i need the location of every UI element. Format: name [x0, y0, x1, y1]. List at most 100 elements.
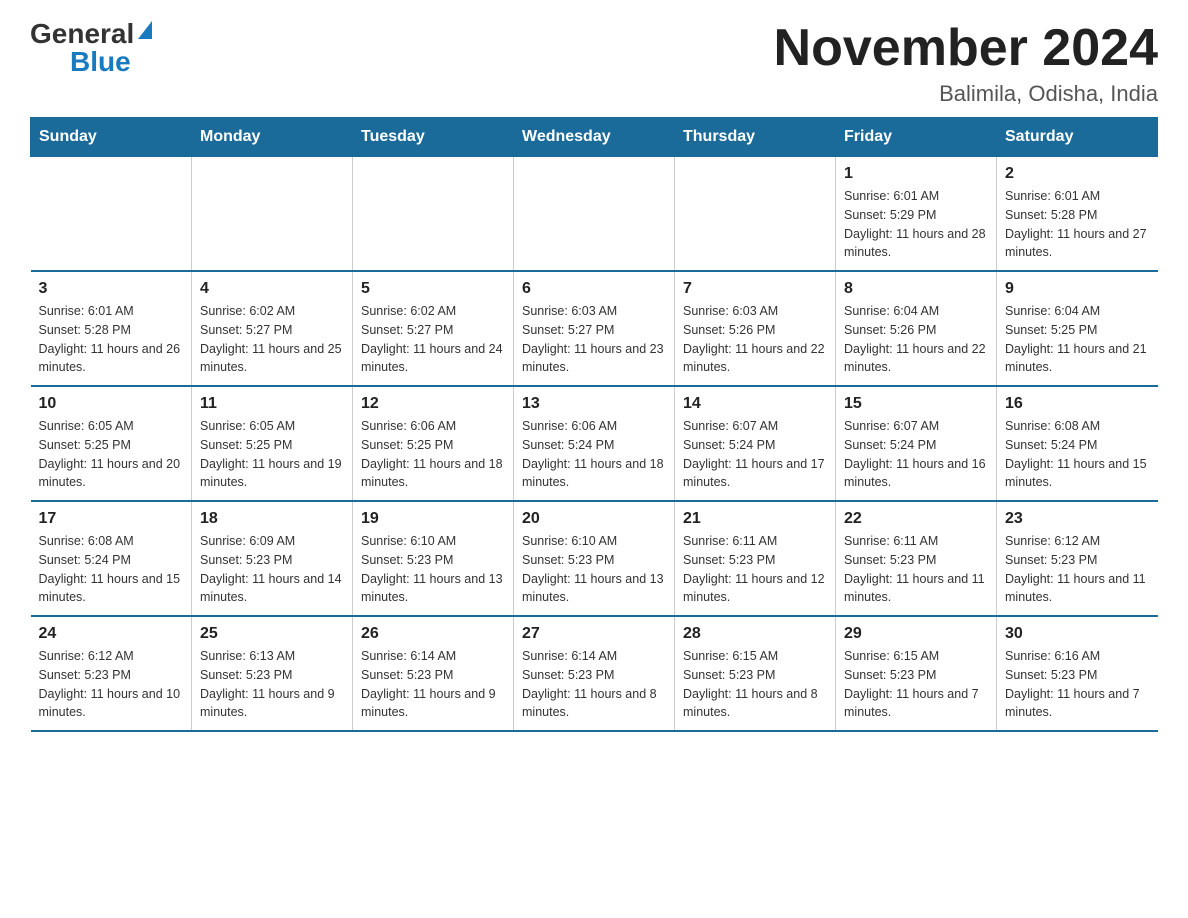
day-info: Sunrise: 6:04 AM Sunset: 5:26 PM Dayligh… [844, 302, 988, 377]
calendar-cell: 18 Sunrise: 6:09 AM Sunset: 5:23 PM Dayli… [192, 501, 353, 616]
day-info: Sunrise: 6:11 AM Sunset: 5:23 PM Dayligh… [844, 532, 988, 607]
day-number: 11 [200, 395, 344, 413]
calendar-cell: 8 Sunrise: 6:04 AM Sunset: 5:26 PM Daylig… [836, 271, 997, 386]
weekday-header-row: SundayMondayTuesdayWednesdayThursdayFrid… [31, 118, 1158, 157]
calendar-cell: 24 Sunrise: 6:12 AM Sunset: 5:23 PM Dayli… [31, 616, 192, 731]
calendar-cell: 15Sunrise: 6:07 AM Sunset: 5:24 PM Dayli… [836, 386, 997, 501]
day-info: Sunrise: 6:01 AM Sunset: 5:29 PM Dayligh… [844, 187, 988, 262]
day-number: 3 [39, 280, 184, 298]
day-info: Sunrise: 6:07 AM Sunset: 5:24 PM Dayligh… [844, 417, 988, 492]
day-number: 22 [844, 510, 988, 528]
day-info: Sunrise: 6:02 AM Sunset: 5:27 PM Dayligh… [200, 302, 344, 377]
weekday-header-thursday: Thursday [675, 118, 836, 157]
day-number: 7 [683, 280, 827, 298]
day-number: 19 [361, 510, 505, 528]
day-info: Sunrise: 6:06 AM Sunset: 5:24 PM Dayligh… [522, 417, 666, 492]
day-info: Sunrise: 6:04 AM Sunset: 5:25 PM Dayligh… [1005, 302, 1150, 377]
calendar-header: SundayMondayTuesdayWednesdayThursdayFrid… [31, 118, 1158, 157]
calendar-cell [31, 157, 192, 272]
calendar-cell: 2 Sunrise: 6:01 AM Sunset: 5:28 PM Daylig… [997, 157, 1158, 272]
day-info: Sunrise: 6:01 AM Sunset: 5:28 PM Dayligh… [1005, 187, 1150, 262]
day-number: 10 [39, 395, 184, 413]
day-number: 8 [844, 280, 988, 298]
calendar-cell [675, 157, 836, 272]
calendar-cell: 20 Sunrise: 6:10 AM Sunset: 5:23 PM Dayli… [514, 501, 675, 616]
day-info: Sunrise: 6:13 AM Sunset: 5:23 PM Dayligh… [200, 647, 344, 722]
calendar-cell: 7Sunrise: 6:03 AM Sunset: 5:26 PM Daylig… [675, 271, 836, 386]
day-info: Sunrise: 6:08 AM Sunset: 5:24 PM Dayligh… [1005, 417, 1150, 492]
calendar-week-row: 10 Sunrise: 6:05 AM Sunset: 5:25 PM Dayli… [31, 386, 1158, 501]
day-number: 29 [844, 625, 988, 643]
weekday-header-monday: Monday [192, 118, 353, 157]
day-info: Sunrise: 6:09 AM Sunset: 5:23 PM Dayligh… [200, 532, 344, 607]
calendar-body: 1 Sunrise: 6:01 AM Sunset: 5:29 PM Daylig… [31, 157, 1158, 732]
day-info: Sunrise: 6:02 AM Sunset: 5:27 PM Dayligh… [361, 302, 505, 377]
calendar-cell: 25 Sunrise: 6:13 AM Sunset: 5:23 PM Dayli… [192, 616, 353, 731]
calendar-cell: 12 Sunrise: 6:06 AM Sunset: 5:25 PM Dayli… [353, 386, 514, 501]
logo-arrow-icon [138, 21, 152, 39]
calendar-cell: 11 Sunrise: 6:05 AM Sunset: 5:25 PM Dayli… [192, 386, 353, 501]
day-number: 27 [522, 625, 666, 643]
day-info: Sunrise: 6:15 AM Sunset: 5:23 PM Dayligh… [844, 647, 988, 722]
day-info: Sunrise: 6:12 AM Sunset: 5:23 PM Dayligh… [1005, 532, 1150, 607]
calendar-cell: 1 Sunrise: 6:01 AM Sunset: 5:29 PM Daylig… [836, 157, 997, 272]
calendar-cell: 9 Sunrise: 6:04 AM Sunset: 5:25 PM Daylig… [997, 271, 1158, 386]
day-info: Sunrise: 6:12 AM Sunset: 5:23 PM Dayligh… [39, 647, 184, 722]
weekday-header-saturday: Saturday [997, 118, 1158, 157]
day-number: 21 [683, 510, 827, 528]
calendar-cell: 23 Sunrise: 6:12 AM Sunset: 5:23 PM Dayli… [997, 501, 1158, 616]
day-info: Sunrise: 6:11 AM Sunset: 5:23 PM Dayligh… [683, 532, 827, 607]
weekday-header-wednesday: Wednesday [514, 118, 675, 157]
calendar-cell: 6Sunrise: 6:03 AM Sunset: 5:27 PM Daylig… [514, 271, 675, 386]
day-number: 17 [39, 510, 184, 528]
day-number: 4 [200, 280, 344, 298]
calendar-cell: 16 Sunrise: 6:08 AM Sunset: 5:24 PM Dayli… [997, 386, 1158, 501]
day-info: Sunrise: 6:14 AM Sunset: 5:23 PM Dayligh… [361, 647, 505, 722]
day-number: 24 [39, 625, 184, 643]
calendar-cell: 17 Sunrise: 6:08 AM Sunset: 5:24 PM Dayli… [31, 501, 192, 616]
logo-blue-text: Blue [70, 48, 131, 76]
day-number: 12 [361, 395, 505, 413]
day-info: Sunrise: 6:10 AM Sunset: 5:23 PM Dayligh… [522, 532, 666, 607]
day-info: Sunrise: 6:03 AM Sunset: 5:27 PM Dayligh… [522, 302, 666, 377]
calendar-cell: 14Sunrise: 6:07 AM Sunset: 5:24 PM Dayli… [675, 386, 836, 501]
day-number: 2 [1005, 165, 1150, 183]
page-header: General Blue November 2024 Balimila, Odi… [30, 20, 1158, 107]
day-number: 25 [200, 625, 344, 643]
month-title: November 2024 [774, 20, 1158, 77]
day-info: Sunrise: 6:07 AM Sunset: 5:24 PM Dayligh… [683, 417, 827, 492]
calendar-cell: 19 Sunrise: 6:10 AM Sunset: 5:23 PM Dayli… [353, 501, 514, 616]
day-number: 16 [1005, 395, 1150, 413]
day-info: Sunrise: 6:10 AM Sunset: 5:23 PM Dayligh… [361, 532, 505, 607]
day-info: Sunrise: 6:15 AM Sunset: 5:23 PM Dayligh… [683, 647, 827, 722]
calendar-week-row: 24 Sunrise: 6:12 AM Sunset: 5:23 PM Dayli… [31, 616, 1158, 731]
calendar-week-row: 17 Sunrise: 6:08 AM Sunset: 5:24 PM Dayli… [31, 501, 1158, 616]
calendar-cell [514, 157, 675, 272]
weekday-header-sunday: Sunday [31, 118, 192, 157]
calendar-cell: 28Sunrise: 6:15 AM Sunset: 5:23 PM Dayli… [675, 616, 836, 731]
day-number: 20 [522, 510, 666, 528]
calendar-cell: 22 Sunrise: 6:11 AM Sunset: 5:23 PM Dayli… [836, 501, 997, 616]
day-info: Sunrise: 6:01 AM Sunset: 5:28 PM Dayligh… [39, 302, 184, 377]
day-info: Sunrise: 6:16 AM Sunset: 5:23 PM Dayligh… [1005, 647, 1150, 722]
day-number: 1 [844, 165, 988, 183]
day-number: 9 [1005, 280, 1150, 298]
day-number: 5 [361, 280, 505, 298]
calendar-week-row: 3 Sunrise: 6:01 AM Sunset: 5:28 PM Daylig… [31, 271, 1158, 386]
calendar-cell: 21 Sunrise: 6:11 AM Sunset: 5:23 PM Dayli… [675, 501, 836, 616]
calendar-cell: 30Sunrise: 6:16 AM Sunset: 5:23 PM Dayli… [997, 616, 1158, 731]
day-number: 13 [522, 395, 666, 413]
calendar-cell [192, 157, 353, 272]
day-info: Sunrise: 6:05 AM Sunset: 5:25 PM Dayligh… [200, 417, 344, 492]
calendar-table: SundayMondayTuesdayWednesdayThursdayFrid… [30, 117, 1158, 732]
weekday-header-tuesday: Tuesday [353, 118, 514, 157]
day-number: 18 [200, 510, 344, 528]
weekday-header-friday: Friday [836, 118, 997, 157]
day-info: Sunrise: 6:08 AM Sunset: 5:24 PM Dayligh… [39, 532, 184, 607]
title-block: November 2024 Balimila, Odisha, India [774, 20, 1158, 107]
day-info: Sunrise: 6:06 AM Sunset: 5:25 PM Dayligh… [361, 417, 505, 492]
calendar-cell: 5 Sunrise: 6:02 AM Sunset: 5:27 PM Daylig… [353, 271, 514, 386]
calendar-cell: 26Sunrise: 6:14 AM Sunset: 5:23 PM Dayli… [353, 616, 514, 731]
logo-general-text: General [30, 20, 134, 48]
day-number: 23 [1005, 510, 1150, 528]
